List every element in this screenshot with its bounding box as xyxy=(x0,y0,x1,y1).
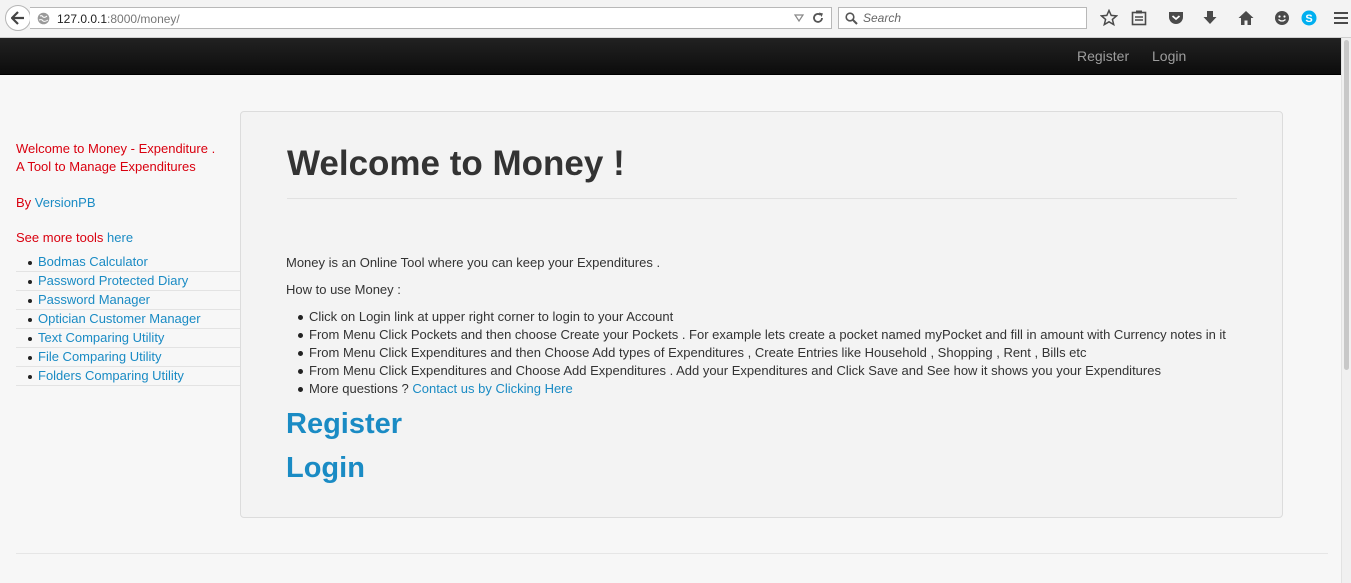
author-link[interactable]: VersionPB xyxy=(35,195,96,210)
bookmark-star-icon[interactable] xyxy=(1100,9,1118,27)
contact-link[interactable]: Contact us by Clicking Here xyxy=(412,381,572,396)
list-item: From Menu Click Expenditures and Choose … xyxy=(286,362,1256,380)
welcome-line-2: A Tool to Manage Expenditures xyxy=(16,159,196,174)
address-bar[interactable]: 127.0.0.1:8000/money/ xyxy=(30,7,832,29)
tool-link-password-manager[interactable]: Password Manager xyxy=(38,292,150,307)
home-icon[interactable] xyxy=(1237,9,1255,27)
scrollbar-thumb[interactable] xyxy=(1344,40,1349,370)
intro-text: Money is an Online Tool where you can ke… xyxy=(286,255,661,270)
back-button[interactable] xyxy=(5,5,31,31)
url-path: :8000/money/ xyxy=(107,12,180,26)
tool-link-text-comparing-utility[interactable]: Text Comparing Utility xyxy=(38,330,164,345)
pocket-icon[interactable] xyxy=(1167,9,1185,27)
tool-link-password-protected-diary[interactable]: Password Protected Diary xyxy=(38,273,188,288)
list-item: Click on Login link at upper right corne… xyxy=(286,308,1256,326)
reading-list-icon[interactable] xyxy=(1130,9,1148,27)
steps-list: Click on Login link at upper right corne… xyxy=(286,308,1256,398)
menu-icon[interactable] xyxy=(1332,9,1350,27)
author-line: By VersionPB xyxy=(16,194,240,212)
browser-toolbar: 127.0.0.1:8000/money/ Search S xyxy=(0,0,1351,38)
svg-text:S: S xyxy=(1305,13,1312,25)
url-text[interactable]: 127.0.0.1:8000/money/ xyxy=(57,12,180,26)
more-tools-prefix: See more tools xyxy=(16,230,108,245)
nav-register-link[interactable]: Register xyxy=(1077,48,1129,64)
login-link[interactable]: Login xyxy=(286,451,365,485)
more-tools-link[interactable]: here xyxy=(107,230,133,245)
search-icon xyxy=(845,12,858,25)
list-item: From Menu Click Pockets and then choose … xyxy=(286,326,1256,344)
tools-list: Bodmas Calculator Password Protected Dia… xyxy=(16,253,240,386)
tool-link-folders-comparing-utility[interactable]: Folders Comparing Utility xyxy=(38,368,184,383)
search-input[interactable] xyxy=(863,10,1078,26)
top-navbar: Register Login xyxy=(0,38,1351,75)
dropdown-arrow-icon[interactable] xyxy=(793,12,805,24)
globe-icon xyxy=(37,12,50,25)
main-panel: Welcome to Money ! Money is an Online To… xyxy=(240,111,1283,518)
list-item: File Comparing Utility xyxy=(16,348,240,367)
page-scrollbar[interactable] xyxy=(1341,38,1351,583)
browser-search-bar[interactable] xyxy=(838,7,1087,29)
welcome-line-1: Welcome to Money - Expenditure . xyxy=(16,141,216,156)
nav-login-link[interactable]: Login xyxy=(1152,48,1186,64)
sidebar: Welcome to Money - Expenditure . A Tool … xyxy=(16,140,240,386)
tool-link-file-comparing-utility[interactable]: File Comparing Utility xyxy=(38,349,162,364)
questions-prefix: More questions ? xyxy=(309,381,413,396)
howto-heading: How to use Money : xyxy=(286,282,401,297)
tool-link-bodmas-calculator[interactable]: Bodmas Calculator xyxy=(38,254,148,269)
list-item: Folders Comparing Utility xyxy=(16,367,240,386)
list-item: Bodmas Calculator xyxy=(16,253,240,272)
title-divider xyxy=(287,198,1237,199)
list-item: Password Protected Diary xyxy=(16,272,240,291)
list-item: From Menu Click Expenditures and then Ch… xyxy=(286,344,1256,362)
register-link[interactable]: Register xyxy=(286,407,402,441)
page-title: Welcome to Money ! xyxy=(287,144,625,183)
list-item: More questions ? Contact us by Clicking … xyxy=(286,380,1256,398)
url-host: 127.0.0.1 xyxy=(57,12,108,26)
footer-divider xyxy=(16,553,1328,554)
list-item: Text Comparing Utility xyxy=(16,329,240,348)
skype-icon[interactable]: S xyxy=(1300,9,1318,27)
back-arrow-icon xyxy=(11,11,24,25)
download-icon[interactable] xyxy=(1201,9,1219,27)
more-tools-line: See more tools here xyxy=(16,229,240,247)
smiley-icon[interactable] xyxy=(1273,9,1291,27)
tool-link-optician-customer-manager[interactable]: Optician Customer Manager xyxy=(38,311,201,326)
list-item: Optician Customer Manager xyxy=(16,310,240,329)
reload-icon[interactable] xyxy=(811,11,825,25)
author-prefix: By xyxy=(16,195,35,210)
list-item: Password Manager xyxy=(16,291,240,310)
